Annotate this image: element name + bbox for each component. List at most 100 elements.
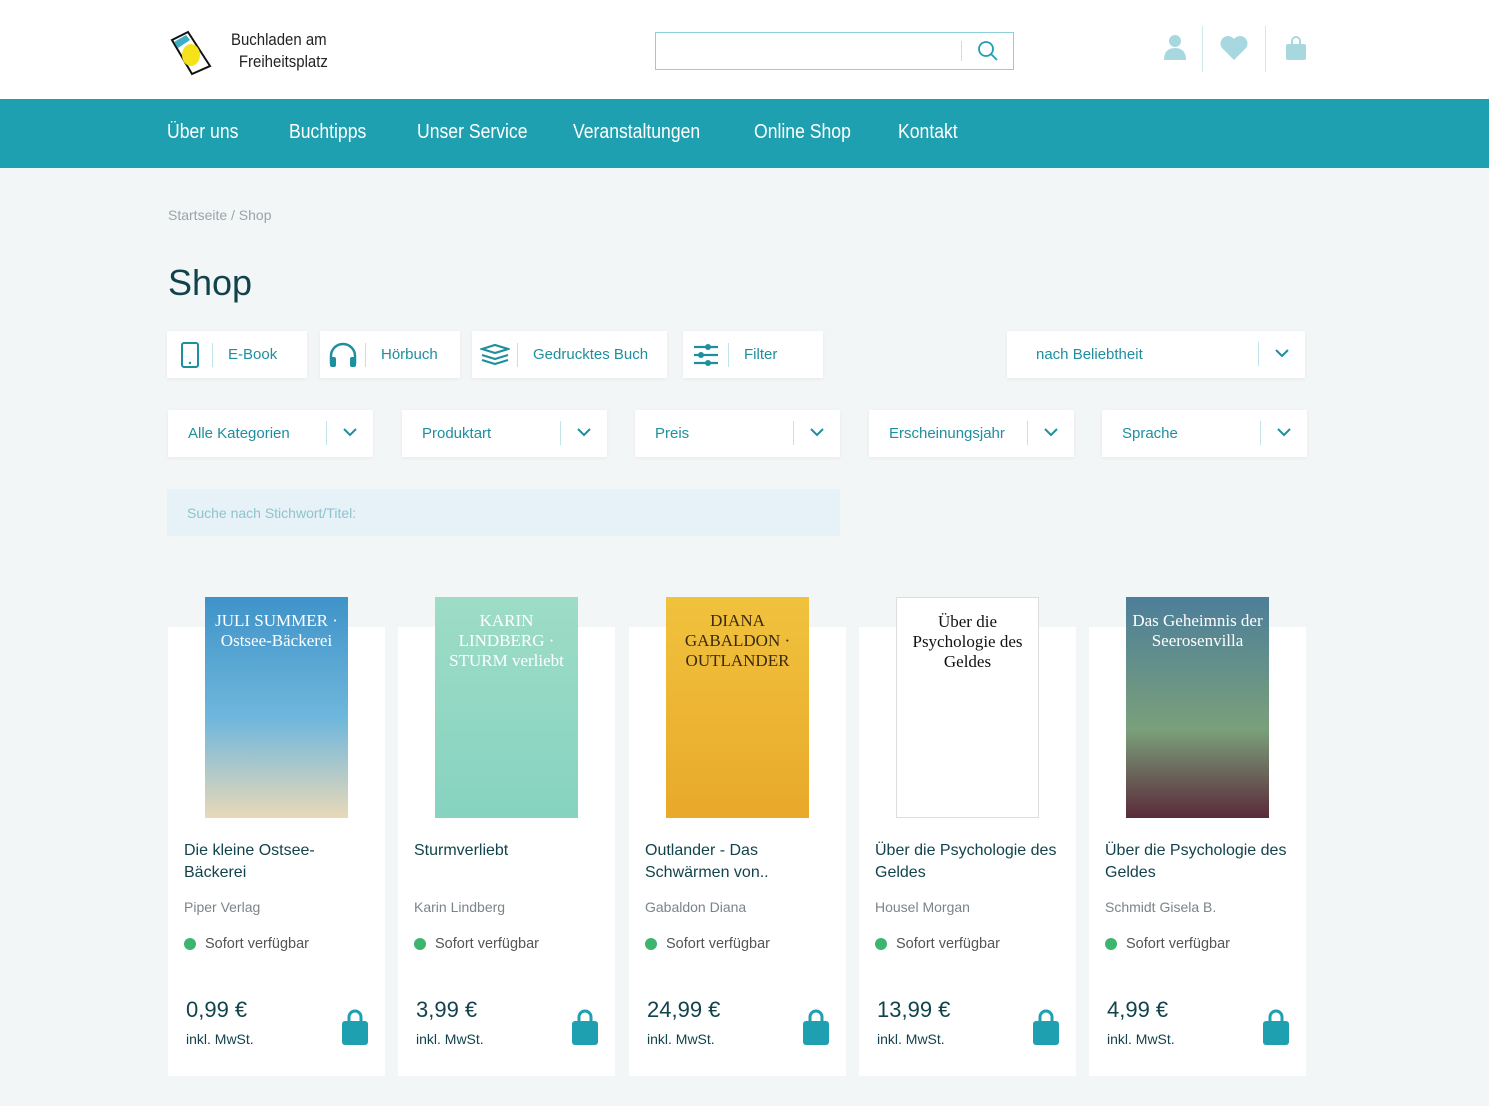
filter-label: Filter bbox=[744, 346, 778, 363]
availability: Sofort verfügbar bbox=[184, 936, 309, 952]
filter-button[interactable]: Filter bbox=[683, 331, 823, 378]
cover-text: Das Geheimnis der Seerosenvilla bbox=[1132, 611, 1263, 650]
bag-icon[interactable] bbox=[1286, 36, 1306, 60]
availability: Sofort verfügbar bbox=[645, 936, 770, 952]
nav-buchtipps[interactable]: Buchtipps bbox=[289, 121, 366, 144]
vat-note: inkl. MwSt. bbox=[877, 1031, 945, 1047]
product-price: 3,99 € bbox=[416, 997, 478, 1022]
divider bbox=[1027, 421, 1028, 445]
book-cover[interactable]: JULI SUMMER · Ostsee-Bäckerei bbox=[205, 597, 348, 818]
product-title[interactable]: Über die Psychologie des Geldes bbox=[1105, 840, 1295, 884]
availability-label: Sofort verfügbar bbox=[896, 936, 1000, 952]
add-to-cart-icon[interactable] bbox=[341, 1009, 369, 1045]
filter-label: Erscheinungsjahr bbox=[889, 425, 1005, 442]
product-author: Gabaldon Diana bbox=[645, 899, 747, 915]
availability-label: Sofort verfügbar bbox=[205, 936, 309, 952]
status-dot-icon bbox=[645, 938, 657, 950]
heart-icon[interactable] bbox=[1220, 36, 1248, 60]
product-title[interactable]: Die kleine Ostsee-Bäckerei bbox=[184, 840, 374, 884]
nav-unser-service[interactable]: Unser Service bbox=[417, 121, 528, 144]
brand-line1: Buchladen am bbox=[231, 30, 327, 49]
product-price: 0,99 € bbox=[186, 997, 248, 1022]
keyword-search-input[interactable] bbox=[167, 489, 840, 536]
product-title[interactable]: Outlander - Das Schwärmen von.. bbox=[645, 840, 835, 884]
add-to-cart-icon[interactable] bbox=[571, 1009, 599, 1045]
vat-note: inkl. MwSt. bbox=[186, 1031, 254, 1047]
search-icon[interactable] bbox=[976, 39, 1000, 63]
vat-note: inkl. MwSt. bbox=[416, 1031, 484, 1047]
brand-name[interactable]: Buchladen am Freiheitsplatz bbox=[231, 29, 328, 73]
sort-value: nach Beliebtheit bbox=[1036, 346, 1143, 363]
gedrucktes-buch-label: Gedrucktes Buch bbox=[533, 346, 649, 363]
availability-label: Sofort verfügbar bbox=[666, 936, 770, 952]
product-card: KARIN LINDBERG · STURM verliebt Sturmver… bbox=[398, 597, 615, 1076]
sort-select[interactable]: nach Beliebtheit bbox=[1007, 331, 1305, 378]
product-card: JULI SUMMER · Ostsee-Bäckerei Die kleine… bbox=[168, 597, 385, 1076]
brand-line2: Freiheitsplatz bbox=[238, 52, 328, 71]
availability: Sofort verfügbar bbox=[875, 936, 1000, 952]
product-price: 24,99 € bbox=[647, 997, 721, 1022]
add-to-cart-icon[interactable] bbox=[1032, 1009, 1060, 1045]
product-author: Housel Morgan bbox=[875, 899, 970, 915]
add-to-cart-icon[interactable] bbox=[1262, 1009, 1290, 1045]
chevron-down-icon bbox=[343, 428, 357, 437]
divider bbox=[1260, 421, 1261, 445]
gedrucktes-buch-button[interactable]: Gedrucktes Buch bbox=[472, 331, 667, 378]
filter-select-0[interactable]: Alle Kategorien bbox=[168, 410, 373, 457]
book-cover[interactable]: DIANA GABALDON · OUTLANDER bbox=[666, 597, 809, 818]
user-icon[interactable] bbox=[1164, 34, 1186, 60]
chevron-down-icon bbox=[1277, 428, 1291, 437]
ebook-label: E-Book bbox=[228, 346, 278, 363]
filter-label: Alle Kategorien bbox=[188, 425, 290, 442]
divider bbox=[793, 421, 794, 445]
status-dot-icon bbox=[414, 938, 426, 950]
filter-label: Preis bbox=[655, 425, 690, 442]
nav-kontakt[interactable]: Kontakt bbox=[898, 121, 958, 144]
hoerbuch-button[interactable]: Hörbuch bbox=[320, 331, 460, 378]
vat-note: inkl. MwSt. bbox=[647, 1031, 715, 1047]
filter-select-4[interactable]: Sprache bbox=[1102, 410, 1307, 457]
nav-ueber-uns[interactable]: Über uns bbox=[167, 121, 238, 144]
availability-label: Sofort verfügbar bbox=[1126, 936, 1230, 952]
divider bbox=[961, 41, 962, 61]
cover-text: KARIN LINDBERG · STURM verliebt bbox=[449, 611, 564, 670]
chevron-down-icon bbox=[1275, 349, 1289, 358]
chevron-down-icon bbox=[1044, 428, 1058, 437]
nav-online-shop[interactable]: Online Shop bbox=[754, 121, 851, 144]
book-cover[interactable]: KARIN LINDBERG · STURM verliebt bbox=[435, 597, 578, 818]
hoerbuch-label: Hörbuch bbox=[381, 346, 438, 363]
divider bbox=[326, 421, 327, 445]
add-to-cart-icon[interactable] bbox=[802, 1009, 830, 1045]
book-cover[interactable]: Über die Psychologie des Geldes bbox=[896, 597, 1039, 818]
search-input[interactable] bbox=[655, 32, 1014, 70]
status-dot-icon bbox=[1105, 938, 1117, 950]
book-cover[interactable]: Das Geheimnis der Seerosenvilla bbox=[1126, 597, 1269, 818]
breadcrumb[interactable]: Startseite / Shop bbox=[168, 207, 272, 223]
chevron-down-icon bbox=[577, 428, 591, 437]
cover-text: JULI SUMMER · Ostsee-Bäckerei bbox=[215, 611, 338, 650]
cover-text: DIANA GABALDON · OUTLANDER bbox=[684, 611, 791, 670]
filter-select-3[interactable]: Erscheinungsjahr bbox=[869, 410, 1074, 457]
divider bbox=[1202, 26, 1203, 72]
logo-icon[interactable] bbox=[168, 28, 213, 78]
filter-label: Produktart bbox=[422, 425, 492, 442]
sliders-icon bbox=[683, 343, 728, 366]
product-price: 4,99 € bbox=[1107, 997, 1169, 1022]
main-nav: Über uns Buchtipps Unser Service Veranst… bbox=[0, 99, 1489, 168]
product-card: Das Geheimnis der Seerosenvilla Über die… bbox=[1089, 597, 1306, 1076]
product-author: Schmidt Gisela B. bbox=[1105, 899, 1217, 915]
filter-select-2[interactable]: Preis bbox=[635, 410, 840, 457]
ebook-button[interactable]: E-Book bbox=[167, 331, 307, 378]
nav-veranstaltungen[interactable]: Veranstaltungen bbox=[573, 121, 700, 144]
product-author: Karin Lindberg bbox=[414, 899, 506, 915]
product-title[interactable]: Über die Psychologie des Geldes bbox=[875, 840, 1065, 884]
tablet-icon bbox=[167, 341, 212, 368]
vat-note: inkl. MwSt. bbox=[1107, 1031, 1175, 1047]
availability: Sofort verfügbar bbox=[414, 936, 539, 952]
availability-label: Sofort verfügbar bbox=[435, 936, 539, 952]
divider bbox=[560, 421, 561, 445]
filter-select-1[interactable]: Produktart bbox=[402, 410, 607, 457]
books-icon bbox=[472, 343, 517, 366]
product-title[interactable]: Sturmverliebt bbox=[414, 840, 604, 862]
cover-text: Über die Psychologie des Geldes bbox=[912, 612, 1023, 671]
